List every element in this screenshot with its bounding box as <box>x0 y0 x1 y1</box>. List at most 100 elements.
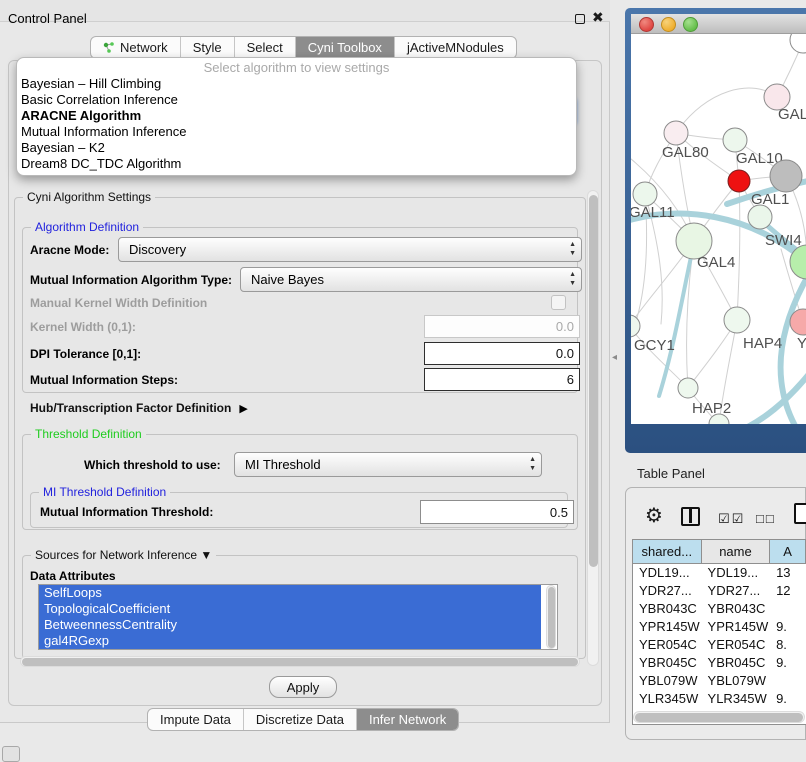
algorithm-option[interactable]: Bayesian – K2 <box>21 140 572 156</box>
algorithm-definition-title: Algorithm Definition <box>31 220 143 234</box>
float-panel-icon[interactable] <box>575 14 585 24</box>
table-row[interactable]: YBL079WYBL079W <box>633 672 806 690</box>
sources-title: Sources for Network Inference ▼ <box>31 548 216 562</box>
network-node[interactable] <box>790 34 806 53</box>
control-panel-title: Control Panel <box>8 11 87 26</box>
network-edge-highlighted[interactable] <box>659 243 694 396</box>
network-canvas[interactable]: GALGAL80GAL10GAL1GAL11SWI4GAL4GCY1HAP4YH… <box>631 34 806 424</box>
algorithm-option[interactable]: Mutual Information Inference <box>21 124 572 140</box>
network-node-gal80[interactable] <box>664 121 688 145</box>
select-all-checked-icon[interactable]: ☑☑ <box>718 511 745 527</box>
mi-algorithm-type-combo[interactable]: Naive Bayes ▲▼ <box>240 267 582 292</box>
tab-infer-network[interactable]: Infer Network <box>356 709 458 730</box>
network-node[interactable] <box>770 160 802 192</box>
table-row[interactable]: YPR145WYPR145W9. <box>633 618 806 636</box>
control-panel-titlebar <box>0 0 610 22</box>
table-cell: YDR27... <box>633 582 702 600</box>
tab-style[interactable]: Style <box>180 37 234 58</box>
tab-label: jActiveMNodules <box>407 40 504 55</box>
tab-network[interactable]: Network <box>91 37 180 58</box>
hub-expander-label: Hub/Transcription Factor Definition <box>30 401 231 415</box>
column-header-shared...[interactable]: shared... <box>633 540 702 563</box>
settings-horizontal-scrollbar-thumb[interactable] <box>22 658 578 666</box>
network-node-gal11[interactable] <box>633 182 657 206</box>
table-cell: YER054C <box>702 636 771 654</box>
network-node-gal10[interactable] <box>723 128 747 152</box>
network-edge[interactable] <box>676 88 777 133</box>
table-cell: YBR043C <box>633 600 702 618</box>
network-node-gal1[interactable] <box>728 170 750 192</box>
network-node-swi4[interactable] <box>748 205 772 229</box>
network-node-label: HAP2 <box>692 400 731 417</box>
dpi-tolerance-field[interactable]: 0.0 <box>424 342 580 365</box>
split-columns-icon[interactable] <box>681 507 700 526</box>
algorithm-option[interactable]: Basic Correlation Inference <box>21 92 572 108</box>
network-edge[interactable] <box>631 326 688 388</box>
network-node-label: GAL11 <box>631 204 675 221</box>
mi-steps-field[interactable]: 6 <box>424 368 580 391</box>
table-horizontal-scrollbar-thumb[interactable] <box>635 713 803 722</box>
attribute-item[interactable]: BetweennessCentrality <box>39 617 541 633</box>
column-header-A[interactable]: A <box>770 540 806 563</box>
algorithm-option[interactable]: Dream8 DC_TDC Algorithm <box>21 156 572 172</box>
network-node-hap4[interactable] <box>724 307 750 333</box>
combo-stepper-icon: ▲▼ <box>569 240 576 258</box>
dpi-tolerance-label: DPI Tolerance [0,1]: <box>30 347 141 361</box>
table-cell: YLR345W <box>702 690 771 708</box>
table-row[interactable]: YBR043CYBR043C <box>633 600 806 618</box>
network-node-gcy1[interactable] <box>631 315 640 337</box>
algorithm-option[interactable]: Bayesian – Hill Climbing <box>21 76 572 92</box>
cyni-algorithm-settings-title: Cyni Algorithm Settings <box>23 190 155 204</box>
close-traffic-light-icon[interactable] <box>639 17 654 32</box>
algorithm-option[interactable]: ARACNE Algorithm <box>21 108 572 124</box>
aracne-mode-combo[interactable]: Discovery ▲▼ <box>118 237 582 262</box>
attribute-item[interactable]: SelfLoops <box>39 585 541 601</box>
corner-mini-button[interactable] <box>2 746 20 762</box>
table-row[interactable]: YDL19...YDL19...13 <box>633 564 806 582</box>
table-body: YDL19...YDL19...13YDR27...YDR27...12YBR0… <box>633 564 806 725</box>
zoom-traffic-light-icon[interactable] <box>683 17 698 32</box>
attribute-item[interactable]: gal4RGexp <box>39 633 541 649</box>
table-cell: YPR145W <box>702 618 771 636</box>
network-edge-highlighted[interactable] <box>721 364 806 424</box>
select-none-unchecked-icon[interactable]: □□ <box>756 511 776 526</box>
mi-threshold-label: Mutual Information Threshold: <box>40 505 213 519</box>
which-threshold-combo[interactable]: MI Threshold ▲▼ <box>234 452 542 477</box>
network-node-hap2[interactable] <box>678 378 698 398</box>
tab-cyni-toolbox[interactable]: Cyni Toolbox <box>295 37 394 58</box>
tab-impute-data[interactable]: Impute Data <box>148 709 243 730</box>
attribute-item[interactable]: TopologicalCoefficient <box>39 601 541 617</box>
attributes-list-scrollbar-thumb[interactable] <box>548 587 555 648</box>
new-table-icon[interactable] <box>794 503 806 524</box>
tab-jactivemnodules[interactable]: jActiveMNodules <box>394 37 516 58</box>
tab-select[interactable]: Select <box>234 37 295 58</box>
table-cell: 9. <box>770 618 806 636</box>
column-header-name[interactable]: name <box>702 540 771 563</box>
table-horizontal-scrollbar[interactable] <box>633 711 805 723</box>
settings-horizontal-scrollbar[interactable] <box>20 656 580 667</box>
network-node-label: GAL <box>778 106 806 123</box>
tab-discretize-data[interactable]: Discretize Data <box>243 709 356 730</box>
network-view-titlebar[interactable] <box>631 14 806 34</box>
mi-threshold-field[interactable]: 0.5 <box>420 500 574 524</box>
table-row[interactable]: YER054CYER054C8. <box>633 636 806 654</box>
table-row[interactable]: YLR345WYLR345W9. <box>633 690 806 708</box>
apply-button[interactable]: Apply <box>269 676 337 698</box>
hub-transcription-factor-expander[interactable]: Hub/Transcription Factor Definition ▶ <box>30 401 248 415</box>
mi-algorithm-type-label: Mutual Information Algorithm Type: <box>30 273 232 287</box>
tab-label: Network <box>120 40 168 55</box>
settings-vertical-scrollbar[interactable] <box>587 190 599 666</box>
table-row[interactable]: YDR27...YDR27...12 <box>633 582 806 600</box>
expanded-arrow-icon[interactable]: ▼ <box>200 548 212 562</box>
data-attributes-list[interactable]: SelfLoopsTopologicalCoefficientBetweenne… <box>38 584 558 650</box>
settings-vertical-scrollbar-thumb[interactable] <box>589 195 598 567</box>
table-row[interactable]: YBR045CYBR045C9. <box>633 654 806 672</box>
attributes-list-scrollbar[interactable] <box>546 585 556 649</box>
minimize-traffic-light-icon[interactable] <box>661 17 676 32</box>
table-settings-gear-icon[interactable]: ⚙ <box>645 503 663 528</box>
close-panel-icon[interactable]: ✖ <box>592 9 604 26</box>
table-cell: 9. <box>770 654 806 672</box>
kernel-width-field[interactable]: 0.0 <box>424 315 580 338</box>
splitter-collapse-icon[interactable]: ◂ <box>612 352 617 363</box>
manual-kernel-width-checkbox[interactable] <box>551 295 566 310</box>
